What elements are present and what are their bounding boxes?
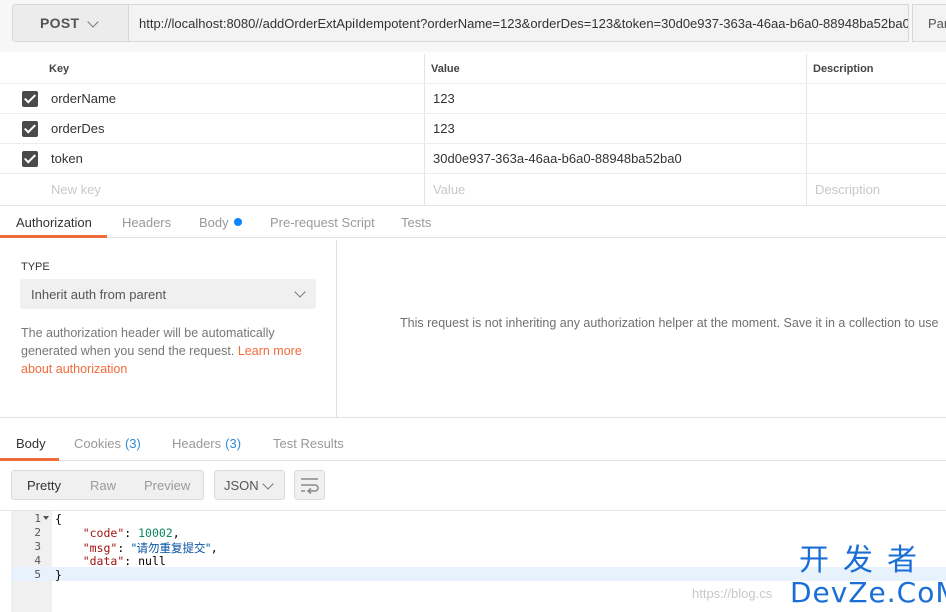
headers-count: (3): [225, 436, 242, 451]
watermark-top: 开发者: [799, 543, 931, 578]
url-input[interactable]: http://localhost:8080//addOrderExtApiIde…: [128, 4, 909, 42]
tab-authorization[interactable]: Authorization: [16, 206, 92, 238]
modified-dot-icon: [233, 218, 242, 226]
line-number: 4: [34, 554, 41, 567]
code-line: "code": 10002,: [82, 526, 180, 540]
column-header-description: Description: [813, 62, 874, 75]
param-value[interactable]: 30d0e937-363a-46aa-b6a0-88948ba52ba0: [433, 144, 682, 173]
json-key-code: "code": [82, 526, 125, 540]
params-header-row: Key Value Description: [0, 54, 946, 84]
new-description-input[interactable]: Description: [815, 174, 880, 204]
auth-type-label: TYPE: [21, 261, 50, 273]
json-value-msg: "请勿重复提交": [131, 541, 211, 555]
wrap-lines-icon: [301, 478, 319, 495]
auth-type-value: Inherit auth from parent: [31, 286, 167, 302]
param-row: orderDes 123: [0, 114, 946, 144]
active-tab-indicator: [0, 458, 59, 461]
format-value: JSON: [224, 477, 259, 493]
auth-settings: TYPE Inherit auth from parent The author…: [0, 240, 337, 418]
response-toolbar: Pretty Raw Preview JSON: [0, 462, 946, 510]
json-key-data: "data": [82, 554, 125, 568]
column-header-key: Key: [49, 62, 70, 75]
checkbox-checked[interactable]: [22, 121, 38, 137]
method-select[interactable]: POST: [12, 4, 128, 42]
tab-headers-label: Headers: [172, 436, 222, 451]
tab-tests[interactable]: Tests: [401, 206, 431, 238]
column-header-value: Value: [431, 62, 460, 75]
checkbox-checked[interactable]: [22, 151, 38, 167]
auth-inherit-message: This request is not inheriting any autho…: [400, 316, 939, 330]
pretty-button[interactable]: Pretty: [27, 471, 61, 499]
tab-test-results[interactable]: Test Results: [273, 426, 344, 461]
auth-type-select[interactable]: Inherit auth from parent: [20, 279, 316, 309]
cookies-count: (3): [124, 436, 141, 451]
json-value-code: 10002: [138, 526, 173, 540]
watermark-bottom: DevZe.CoM: [790, 576, 946, 609]
chevron-down-icon: [294, 286, 306, 298]
preview-button[interactable]: Preview: [144, 471, 190, 499]
json-key-msg: "msg": [82, 541, 118, 555]
active-tab-indicator: [0, 235, 107, 238]
tab-response-headers[interactable]: Headers (3): [172, 426, 241, 461]
param-key[interactable]: orderDes: [51, 114, 104, 143]
response-tabs: Body Cookies (3) Headers (3) Test Result…: [0, 426, 946, 461]
wrap-lines-button[interactable]: [294, 470, 325, 500]
param-key[interactable]: orderName: [51, 84, 116, 113]
param-value[interactable]: 123: [433, 114, 455, 143]
method-label: POST: [40, 15, 80, 31]
request-url-bar: POST http://localhost:8080//addOrderExtA…: [0, 0, 946, 52]
format-select[interactable]: JSON: [214, 470, 285, 500]
params-button[interactable]: Params: [912, 4, 946, 42]
tab-cookies[interactable]: Cookies (3): [74, 426, 141, 461]
param-value[interactable]: 123: [433, 84, 455, 113]
request-tabs: Authorization Headers Body Pre-request S…: [0, 206, 946, 238]
url-watermark: https://blog.cs: [692, 586, 773, 601]
line-number: 1: [34, 512, 41, 525]
authorization-panel: TYPE Inherit auth from parent The author…: [0, 240, 946, 418]
param-row: token 30d0e937-363a-46aa-b6a0-88948ba52b…: [0, 144, 946, 174]
checkbox-checked[interactable]: [22, 91, 38, 107]
line-number: 2: [34, 526, 41, 539]
tab-response-body[interactable]: Body: [16, 426, 46, 461]
postman-window: POST http://localhost:8080//addOrderExtA…: [0, 0, 946, 612]
auth-help-text: The authorization header will be automat…: [21, 324, 321, 378]
line-number: 5: [34, 568, 41, 581]
chevron-down-icon: [87, 16, 99, 28]
new-param-row: New key Value Description: [0, 174, 946, 204]
tab-pre-request-script[interactable]: Pre-request Script: [270, 206, 375, 238]
tab-body[interactable]: Body: [199, 206, 242, 238]
auth-help-body: The authorization header will be automat…: [21, 326, 275, 358]
code-line: }: [55, 568, 62, 582]
line-number: 3: [34, 540, 41, 553]
new-key-input[interactable]: New key: [51, 174, 101, 204]
tab-body-label: Body: [199, 214, 229, 230]
tab-cookies-label: Cookies: [74, 436, 121, 451]
view-mode-toggle: Pretty Raw Preview: [11, 470, 204, 500]
raw-button[interactable]: Raw: [90, 471, 116, 499]
param-row: orderName 123: [0, 84, 946, 114]
code-line: "data": null: [82, 554, 166, 568]
new-value-input[interactable]: Value: [433, 174, 465, 204]
watermark-logo: 开发者 DevZe.CoM: [790, 543, 946, 609]
tab-headers[interactable]: Headers: [122, 206, 171, 238]
json-value-data: null: [138, 554, 166, 568]
params-table: Key Value Description orderName 123 orde…: [0, 54, 946, 206]
brace-open: {: [55, 512, 62, 526]
brace-close: }: [55, 568, 62, 582]
code-line: {: [55, 512, 62, 526]
param-key[interactable]: token: [51, 144, 83, 173]
chevron-down-icon: [262, 478, 274, 490]
fold-arrow-icon[interactable]: [43, 516, 49, 520]
